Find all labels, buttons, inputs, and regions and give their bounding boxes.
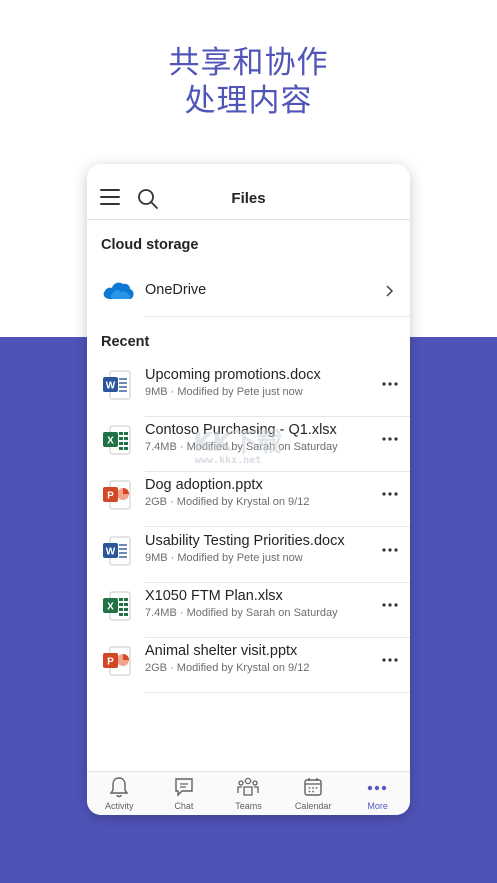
headline-line-2: 处理内容 <box>184 83 313 119</box>
more-options-icon[interactable] <box>382 657 398 663</box>
tab-activity[interactable]: Activity <box>87 772 152 815</box>
svg-text:W: W <box>106 546 116 557</box>
app-header: Files <box>87 164 410 220</box>
file-name: Contoso Purchasing - Q1.xlsx <box>145 422 337 439</box>
file-row[interactable]: X X1050 FTM Plan.xlsx 7.4MB · Modified by … <box>87 583 410 638</box>
tab-chat[interactable]: Chat <box>152 772 217 815</box>
svg-text:P: P <box>107 491 114 502</box>
file-name: Animal shelter visit.pptx <box>145 643 298 659</box>
svg-text:X: X <box>107 601 114 612</box>
file-row[interactable]: W Upcoming promotions.docx 9MB · Modified … <box>87 362 410 417</box>
tab-label: Activity <box>105 801 134 811</box>
file-row[interactable]: X Contoso Purchasing - Q1.xlsx 7.4MB · Mod… <box>87 417 410 473</box>
calendar-icon <box>304 778 322 796</box>
svg-text:W: W <box>106 381 116 392</box>
file-meta: 7.4MB · Modified by Sarah on Saturday <box>145 441 338 454</box>
section-title-recent: Recent <box>101 334 150 350</box>
bell-icon <box>109 777 129 798</box>
headline-line-1: 共享和协作 <box>168 45 329 81</box>
file-row[interactable]: P Dog adoption.pptx 2GB · Modified by Krys… <box>87 472 410 528</box>
bottom-tab-bar: Activity Chat Teams Calendar More <box>87 771 410 815</box>
tab-label: Chat <box>174 801 194 811</box>
tab-calendar[interactable]: Calendar <box>281 772 346 815</box>
file-meta: 7.4MB · Modified by Sarah on Saturday <box>145 606 338 619</box>
more-options-icon[interactable] <box>382 491 398 497</box>
onedrive-label: OneDrive <box>145 282 207 298</box>
more-options-icon[interactable] <box>382 381 398 387</box>
powerpoint-file-icon: P <box>102 479 132 511</box>
chat-icon <box>174 778 193 797</box>
file-name: Dog adoption.pptx <box>145 477 263 494</box>
more-options-icon[interactable] <box>382 436 398 442</box>
file-meta: 9MB · Modified by Pete just now <box>145 551 303 564</box>
word-file-icon: W <box>102 369 132 401</box>
page-title: Files <box>231 190 266 207</box>
word-file-icon: W <box>102 535 132 567</box>
file-meta: 2GB · Modified by Krystal on 9/12 <box>145 662 310 674</box>
svg-text:X: X <box>107 436 114 447</box>
more-options-icon[interactable] <box>382 547 398 553</box>
file-name: X1050 FTM Plan.xlsx <box>145 587 283 604</box>
file-name: Upcoming promotions.docx <box>145 367 321 383</box>
file-row[interactable]: W Usability Testing Priorities.docx 9MB · … <box>87 528 410 583</box>
divider <box>145 692 410 693</box>
section-title-cloud-storage: Cloud storage <box>101 237 199 253</box>
promo-headline: 共享和协作 处理内容 <box>0 44 497 120</box>
powerpoint-file-icon: P <box>102 645 132 677</box>
tab-label: Teams <box>235 801 262 811</box>
tab-label: Calendar <box>294 801 332 811</box>
file-name: Usability Testing Priorities.docx <box>145 532 345 549</box>
file-meta: 9MB · Modified by Pete just now <box>145 386 303 398</box>
excel-file-icon: X <box>102 424 132 456</box>
more-icon <box>368 785 387 791</box>
onedrive-item[interactable]: OneDrive <box>87 268 410 316</box>
chevron-right-icon <box>386 285 394 297</box>
teams-icon <box>237 777 259 796</box>
onedrive-cloud-icon <box>103 282 134 299</box>
more-options-icon[interactable] <box>382 602 398 608</box>
svg-text:P: P <box>107 657 114 668</box>
tab-more[interactable]: More <box>345 772 410 815</box>
file-row[interactable]: P Animal shelter visit.pptx 2GB · Modified… <box>87 638 410 693</box>
excel-file-icon: X <box>102 590 132 622</box>
file-meta: 2GB · Modified by Krystal on 9/12 <box>145 496 310 509</box>
tab-teams[interactable]: Teams <box>216 772 281 815</box>
phone-screen: Files Cloud storage OneDrive Recent W Upc… <box>87 164 410 815</box>
divider <box>145 316 410 317</box>
tab-label: More <box>367 801 388 811</box>
